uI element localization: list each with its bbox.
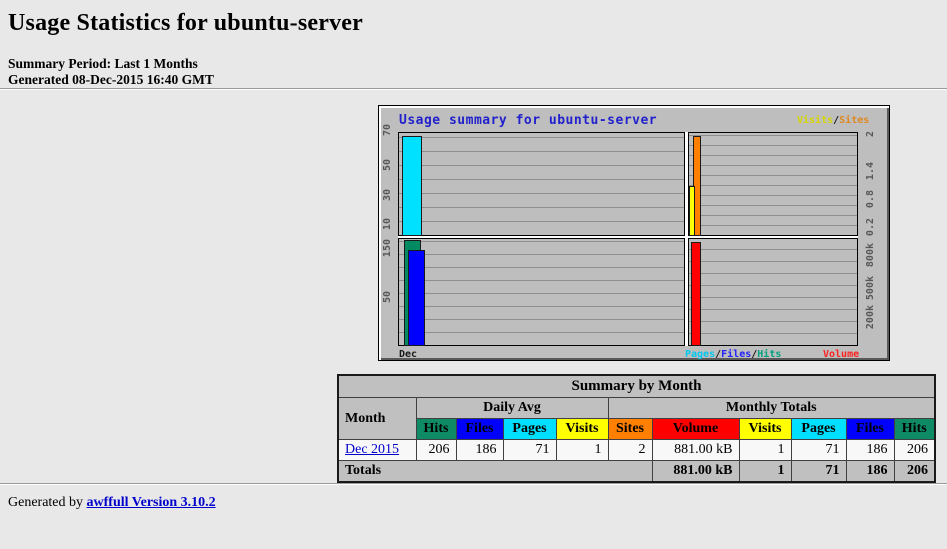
legend-hits: Hits xyxy=(757,349,781,360)
cell-daily-files: 186 xyxy=(456,440,503,461)
column-header-daily-hits: Hits xyxy=(416,419,456,440)
divider xyxy=(0,88,947,90)
table-row-dec-2015: Dec 2015 206 186 71 1 2 881.00 kB 1 71 1… xyxy=(338,440,935,461)
cell-volume: 881.00 kB xyxy=(652,440,739,461)
totals-pages: 71 xyxy=(791,461,846,483)
column-header-files: Files xyxy=(846,419,894,440)
legend-pages: Pages xyxy=(685,349,715,360)
axis-tick-500k: 500k xyxy=(865,276,876,300)
sub-header-row: Hits Files Pages Visits Sites Volume Vis… xyxy=(338,419,935,440)
axis-tick-10: 10 xyxy=(382,218,393,230)
graph-legend-bottom: Pages/Files/Hits xyxy=(685,349,781,360)
graph-legend-top: Visits/Sites xyxy=(797,115,869,126)
axis-tick-1-4: 1.4 xyxy=(865,162,876,180)
axis-tick-30: 30 xyxy=(382,189,393,201)
totals-label: Totals xyxy=(338,461,652,483)
panel-volume xyxy=(688,238,858,346)
axis-tick-0-2: 0.2 xyxy=(865,218,876,236)
column-header-sites: Sites xyxy=(608,419,652,440)
month-cell: Dec 2015 xyxy=(338,440,416,461)
bar-visits xyxy=(689,186,695,236)
column-header-daily-files: Files xyxy=(456,419,503,440)
column-header-pages: Pages xyxy=(791,419,846,440)
axis-tick-70: 70 xyxy=(382,124,393,136)
column-group-daily-avg: Daily Avg xyxy=(416,398,608,419)
cell-sites: 2 xyxy=(608,440,652,461)
bar-files xyxy=(408,250,425,346)
summary-period-text: Summary Period: Last 1 Months xyxy=(8,56,939,72)
legend-visits: Visits xyxy=(797,115,833,126)
cell-hits: 206 xyxy=(894,440,935,461)
cell-visits: 1 xyxy=(739,440,791,461)
footer-generated-text: Generated by xyxy=(8,495,87,510)
month-link-dec-2015[interactable]: Dec 2015 xyxy=(345,442,399,457)
panel-hits-files xyxy=(398,238,685,346)
panel-visits-sites xyxy=(688,132,858,236)
bar-pages xyxy=(402,136,422,236)
table-title: Summary by Month xyxy=(338,375,935,398)
table-row-totals: Totals 881.00 kB 1 71 186 206 xyxy=(338,461,935,483)
totals-visits: 1 xyxy=(739,461,791,483)
cell-daily-hits: 206 xyxy=(416,440,456,461)
totals-files: 186 xyxy=(846,461,894,483)
bar-volume xyxy=(691,242,701,346)
panel-gap-horizontal xyxy=(398,236,858,238)
column-header-daily-pages: Pages xyxy=(503,419,556,440)
panel-pages xyxy=(398,132,685,236)
legend-sites: Sites xyxy=(839,115,869,126)
page-header: Usage Statistics for ubuntu-server Summa… xyxy=(0,0,947,88)
axis-tick-2: 2 xyxy=(865,131,876,137)
cell-daily-visits: 1 xyxy=(556,440,608,461)
axis-tick-150: 150 xyxy=(382,239,393,257)
generated-timestamp: Generated 08-Dec-2015 16:40 GMT xyxy=(8,72,939,88)
page-footer: Generated by awffull Version 3.10.2 xyxy=(8,495,947,511)
legend-volume: Volume xyxy=(823,349,859,360)
page-title: Usage Statistics for ubuntu-server xyxy=(8,10,939,37)
totals-volume: 881.00 kB xyxy=(652,461,739,483)
panel-gap-vertical xyxy=(685,132,688,346)
cell-files: 186 xyxy=(846,440,894,461)
usage-summary-graph: Usage summary for ubuntu-server Visits/S… xyxy=(378,105,890,361)
cell-pages: 71 xyxy=(791,440,846,461)
column-header-month: Month xyxy=(338,398,416,440)
graph-title: Usage summary for ubuntu-server xyxy=(399,113,657,128)
cell-daily-pages: 71 xyxy=(503,440,556,461)
column-group-monthly-totals: Monthly Totals xyxy=(608,398,935,419)
awffull-version-link[interactable]: awffull Version 3.10.2 xyxy=(87,495,216,510)
x-axis-label-dec: Dec xyxy=(399,349,417,360)
divider xyxy=(0,483,947,485)
legend-files: Files xyxy=(721,349,751,360)
axis-tick-0-8: 0.8 xyxy=(865,190,876,208)
axis-tick-50b: 50 xyxy=(382,291,393,303)
column-header-hits: Hits xyxy=(894,419,935,440)
axis-tick-800k: 800k xyxy=(865,243,876,267)
axis-tick-50: 50 xyxy=(382,159,393,171)
column-header-volume: Volume xyxy=(652,419,739,440)
column-header-daily-visits: Visits xyxy=(556,419,608,440)
summary-by-month-table: Summary by Month Month Daily Avg Monthly… xyxy=(337,374,936,483)
axis-tick-200k: 200k xyxy=(865,305,876,329)
totals-hits: 206 xyxy=(894,461,935,483)
column-header-visits: Visits xyxy=(739,419,791,440)
